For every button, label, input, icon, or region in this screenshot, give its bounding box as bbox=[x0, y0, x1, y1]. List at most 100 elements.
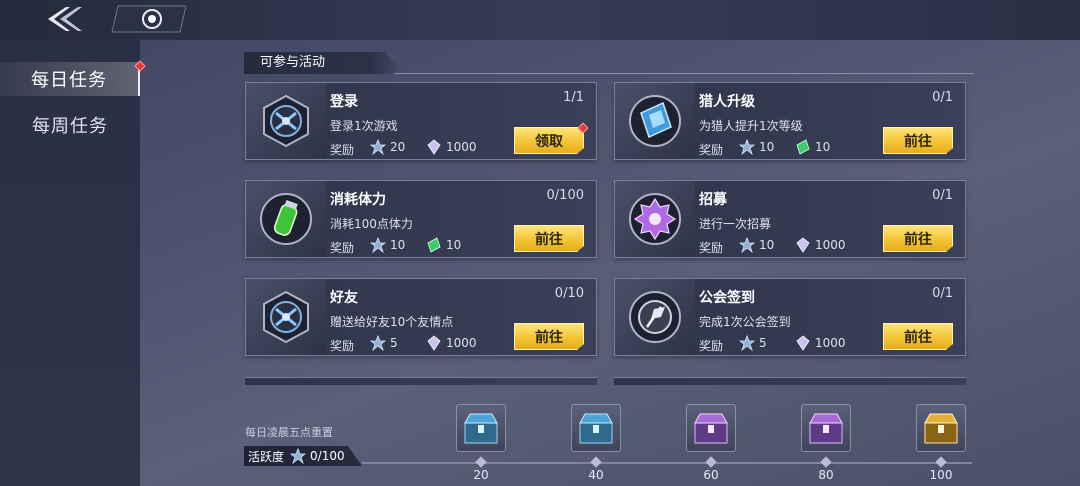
claim-button[interactable]: 领取 bbox=[514, 127, 584, 154]
reward-value: 20 bbox=[390, 140, 406, 154]
reward-item: 1000 bbox=[795, 335, 846, 351]
milestone-marker bbox=[475, 456, 487, 468]
activity-star-icon bbox=[290, 448, 307, 464]
activity-bar: 活跃度 0/100 bbox=[244, 446, 362, 466]
milestone-marker bbox=[705, 456, 717, 468]
reward-value: 10 bbox=[815, 140, 831, 154]
milestone-chest[interactable]: 80 bbox=[801, 404, 851, 486]
home-button[interactable] bbox=[108, 0, 188, 38]
crystal-icon bbox=[427, 335, 441, 351]
go-button[interactable]: 前往 bbox=[514, 225, 584, 252]
task-progress: 0/1 bbox=[932, 90, 953, 105]
activity-value: 0/100 bbox=[310, 449, 345, 463]
reward-label: 奖励 bbox=[330, 143, 355, 157]
blue-chest-icon bbox=[464, 413, 498, 444]
tab-weekly-tasks[interactable]: 每周任务 bbox=[0, 108, 140, 142]
section-header: 可参与活动 bbox=[244, 52, 974, 74]
tab-daily-tasks[interactable]: 每日任务 bbox=[0, 62, 140, 96]
milestone-chest[interactable]: 20 bbox=[456, 404, 506, 486]
milestone-marker bbox=[935, 456, 947, 468]
milestone-label: 80 bbox=[818, 468, 834, 482]
task-title: 公会签到 bbox=[699, 290, 755, 306]
reward-value: 5 bbox=[390, 336, 398, 350]
reward-label: 奖励 bbox=[330, 241, 355, 255]
purple-gear-icon bbox=[629, 193, 681, 245]
chest-frame bbox=[686, 404, 736, 452]
task-description: 进行一次招募 bbox=[699, 217, 772, 231]
reward-item: 5 bbox=[370, 335, 398, 351]
sidebar: 每日任务 每周任务 bbox=[0, 40, 146, 486]
go-button[interactable]: 前往 bbox=[883, 127, 953, 154]
chest-frame bbox=[456, 404, 506, 452]
milestone-label: 20 bbox=[473, 468, 489, 482]
task-progress: 0/10 bbox=[554, 286, 584, 301]
reward-value: 10 bbox=[446, 238, 462, 252]
activity-label: 活跃度 bbox=[248, 449, 285, 464]
activity-star-icon bbox=[370, 335, 386, 351]
activity-star-icon bbox=[739, 335, 755, 351]
task-progress: 0/1 bbox=[932, 188, 953, 203]
task-title: 登录 bbox=[330, 94, 358, 110]
target-icon bbox=[111, 5, 186, 33]
task-progress: 0/100 bbox=[546, 188, 584, 203]
reward-item: 10 bbox=[370, 237, 405, 253]
reward-item: 1000 bbox=[795, 237, 846, 253]
activity-progress-track bbox=[362, 462, 972, 464]
reward-item: 10 bbox=[739, 139, 774, 155]
milestone-chest[interactable]: 60 bbox=[686, 404, 736, 486]
reward-value: 10 bbox=[759, 140, 775, 154]
chest-frame bbox=[916, 404, 966, 452]
back-button[interactable] bbox=[30, 2, 94, 36]
go-button[interactable]: 前往 bbox=[514, 323, 584, 350]
reward-item: 10 bbox=[795, 139, 830, 155]
reward-item: 5 bbox=[739, 335, 767, 351]
task-progress: 0/1 bbox=[932, 286, 953, 301]
reward-label: 奖励 bbox=[699, 143, 724, 157]
milestone-label: 60 bbox=[703, 468, 719, 482]
purple-chest-icon bbox=[809, 413, 843, 444]
green-ticket-icon bbox=[796, 139, 810, 155]
task-title: 招募 bbox=[699, 192, 727, 208]
task-icon-box bbox=[615, 83, 695, 159]
green-ticket-icon bbox=[427, 237, 441, 253]
chest-frame bbox=[571, 404, 621, 452]
double-chevron-left-icon bbox=[48, 7, 82, 31]
gold-chest-icon bbox=[924, 413, 958, 444]
task-card-guild-checkin: 公会签到 0/1 完成1次公会签到 奖励 5 1000 前往 bbox=[614, 278, 966, 356]
crystal-icon bbox=[796, 335, 810, 351]
reward-label: 奖励 bbox=[330, 339, 355, 353]
go-button[interactable]: 前往 bbox=[883, 225, 953, 252]
chest-frame bbox=[801, 404, 851, 452]
milestone-marker bbox=[820, 456, 832, 468]
tab-label: 每日任务 bbox=[31, 70, 107, 91]
reward-item: 1000 bbox=[426, 335, 477, 351]
reward-value: 1000 bbox=[815, 238, 846, 252]
activity-star-icon bbox=[370, 139, 386, 155]
reward-value: 1000 bbox=[815, 336, 846, 350]
crystal-icon bbox=[796, 237, 810, 253]
reward-item: 10 bbox=[426, 237, 461, 253]
task-icon-box bbox=[246, 181, 326, 257]
section-divider bbox=[394, 73, 974, 74]
activity-star-icon bbox=[739, 139, 755, 155]
task-icon-box bbox=[615, 181, 695, 257]
task-card-hunter-upgrade: 猎人升级 0/1 为猎人提升1次等级 奖励 10 10 前往 bbox=[614, 82, 966, 160]
task-description: 登录1次游戏 bbox=[330, 119, 398, 133]
activity-star-icon bbox=[739, 237, 755, 253]
guild-flag-icon bbox=[629, 291, 681, 343]
milestone-chest[interactable]: 40 bbox=[571, 404, 621, 486]
blue-chest-icon bbox=[579, 413, 613, 444]
task-card-recruit: 招募 0/1 进行一次招募 奖励 10 1000 前往 bbox=[614, 180, 966, 258]
task-card-partial bbox=[245, 377, 597, 385]
task-card-consume-stamina: 消耗体力 0/100 消耗100点体力 奖励 10 10 前往 bbox=[245, 180, 597, 258]
purple-chest-icon bbox=[694, 413, 728, 444]
badge-emblem-icon bbox=[263, 290, 309, 344]
milestone-chest[interactable]: 100 bbox=[916, 404, 966, 486]
tab-label: 每周任务 bbox=[32, 116, 108, 137]
task-icon-box bbox=[246, 83, 326, 159]
reward-value: 1000 bbox=[446, 336, 477, 350]
go-button[interactable]: 前往 bbox=[883, 323, 953, 350]
task-description: 赠送给好友10个友情点 bbox=[330, 315, 454, 329]
task-description: 为猎人提升1次等级 bbox=[699, 119, 803, 133]
reward-label: 奖励 bbox=[699, 339, 724, 353]
